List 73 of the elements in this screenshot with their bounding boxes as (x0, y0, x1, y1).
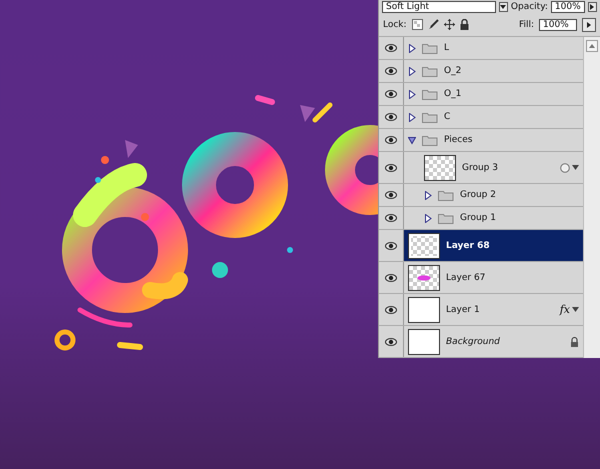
layer-thumbnail (408, 296, 440, 322)
folder-icon (422, 42, 438, 54)
opacity-label: Opacity: (510, 2, 548, 12)
expanded-triangle-icon[interactable] (408, 136, 416, 144)
eye-icon[interactable] (385, 214, 397, 222)
fill-field[interactable]: 100% (539, 18, 577, 30)
layer-row[interactable]: O_2 (379, 60, 583, 83)
layer-name: O_2 (444, 66, 462, 76)
collapsed-triangle-icon[interactable] (408, 44, 416, 52)
blend-mode-dropdown[interactable]: Soft Light (382, 0, 496, 12)
layer-name: C (444, 112, 450, 122)
collapsed-triangle-icon[interactable] (408, 112, 416, 122)
layer-name: O_1 (444, 89, 462, 99)
eye-icon[interactable] (385, 306, 397, 314)
layer-thumbnail (424, 154, 456, 180)
layer-name: Group 1 (460, 213, 496, 223)
opacity-slider-button[interactable] (588, 2, 597, 12)
opacity-field[interactable]: 100% (550, 0, 585, 12)
eye-icon[interactable] (385, 274, 397, 282)
layer-row[interactable]: Background (379, 326, 583, 358)
fill-label: Fill: (518, 20, 534, 30)
eye-icon[interactable] (385, 242, 397, 250)
lock-label: Lock: (383, 20, 407, 30)
layer-name: Group 2 (460, 190, 496, 200)
layer-name: Group 3 (462, 162, 498, 172)
layer-thumbnail (408, 328, 440, 354)
caret-icon[interactable] (572, 165, 579, 170)
folder-icon (422, 134, 438, 146)
layer-name: Pieces (444, 135, 472, 145)
layer-name: Layer 68 (446, 240, 490, 250)
layer-name: Layer 1 (446, 304, 480, 314)
eye-icon[interactable] (385, 164, 397, 172)
eye-icon[interactable] (385, 338, 397, 346)
layer-row[interactable]: L (379, 37, 583, 60)
transparency-lock-icon[interactable] (412, 19, 423, 30)
brush-icon[interactable] (428, 19, 439, 30)
caret-icon[interactable] (572, 307, 579, 312)
folder-icon (438, 212, 454, 224)
layer-row[interactable]: Layer 67 (379, 262, 583, 294)
folder-icon (422, 66, 438, 76)
layer-row[interactable]: Group 2 (379, 184, 583, 207)
eye-icon[interactable] (385, 113, 397, 121)
eye-icon[interactable] (385, 136, 397, 144)
caret-icon (587, 22, 591, 28)
collapsed-triangle-icon[interactable] (408, 66, 416, 76)
folder-icon (422, 88, 438, 100)
layer-name: Background (446, 336, 500, 346)
eye-icon[interactable] (385, 44, 397, 52)
collapsed-triangle-icon[interactable] (408, 90, 416, 98)
layer-row[interactable]: C (379, 106, 583, 129)
caret-icon (500, 4, 506, 8)
folder-icon (438, 190, 454, 200)
layer-name: Layer 67 (446, 272, 486, 282)
layer-row[interactable]: Group 3 (379, 152, 583, 184)
effects-label: fx (560, 303, 570, 316)
layer-thumbnail (408, 264, 440, 290)
collapsed-triangle-icon[interactable] (424, 190, 432, 200)
collapsed-triangle-icon[interactable] (424, 214, 432, 222)
layer-name: L (444, 43, 450, 53)
scroll-up-button[interactable] (586, 40, 598, 52)
caret-icon (590, 4, 594, 10)
eye-icon[interactable] (385, 67, 397, 75)
layer-thumbnail (408, 232, 440, 258)
eye-icon[interactable] (385, 191, 397, 199)
folder-icon (422, 112, 438, 122)
lock-icon[interactable] (460, 19, 469, 30)
layer-row[interactable]: O_1 (379, 83, 583, 106)
dropdown-button[interactable] (498, 2, 508, 12)
move-icon[interactable] (444, 19, 455, 30)
layer-row[interactable]: Layer 1 fx (379, 294, 583, 326)
layer-row[interactable]: Pieces (379, 129, 583, 152)
eye-icon[interactable] (385, 90, 397, 98)
fill-slider-button[interactable] (582, 18, 596, 32)
